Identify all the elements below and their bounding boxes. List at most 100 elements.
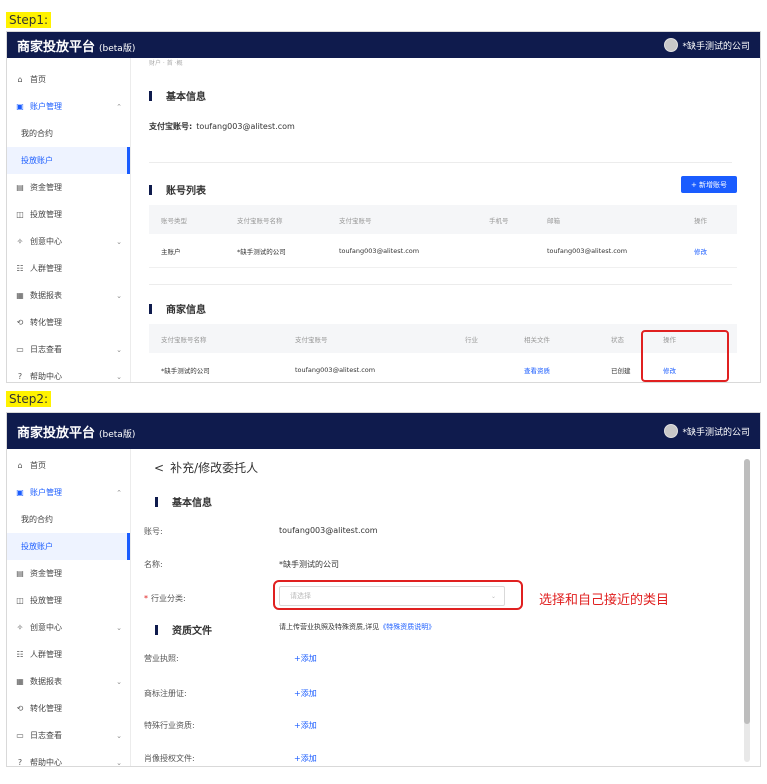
top-bar: 商家投放平台 (beta版) *缺手测试的公司: [7, 413, 760, 449]
name-label: 名称:: [144, 560, 163, 569]
portrait-auth-label: 肖像授权文件:: [144, 754, 195, 763]
sidebar-item-funds[interactable]: ▤ 资金管理: [7, 560, 130, 587]
sidebar-item-contracts[interactable]: 我的合约: [7, 120, 130, 147]
creative-icon: ✧: [16, 237, 24, 246]
column-header: 账号类型: [161, 216, 187, 225]
chevron-down-icon: ⌄: [116, 758, 122, 767]
beta-tag: (beta版): [99, 429, 136, 440]
sidebar-item-logs[interactable]: ▭ 日志查看 ⌄: [7, 722, 130, 749]
add-special-industry-button[interactable]: +添加: [294, 720, 317, 731]
section-title: 商家信息: [166, 305, 206, 316]
sidebar-item-label: 投放账户: [21, 542, 53, 551]
sidebar-item-reports[interactable]: ▦ 数据报表 ⌄: [7, 282, 130, 309]
home-icon: ⌂: [17, 75, 23, 84]
column-header: 支付宝账号名称: [237, 216, 283, 225]
chevron-down-icon: ⌄: [116, 345, 122, 354]
trademark-label: 商标注册证:: [144, 689, 187, 698]
chevron-down-icon: ⌄: [116, 291, 122, 300]
sidebar-item-label: 数据报表: [30, 291, 62, 300]
table-header: 账号类型 支付宝账号名称 支付宝账号 手机号 邮箱 操作: [149, 205, 737, 234]
section-account-list: 账号列表: [149, 182, 206, 197]
sidebar-item-logs[interactable]: ▭ 日志查看 ⌄: [7, 336, 130, 363]
chevron-down-icon: ⌄: [116, 237, 122, 246]
brand: 商家投放平台 (beta版): [17, 36, 135, 55]
sidebar-item-label: 日志查看: [30, 345, 62, 354]
back-arrow-icon[interactable]: <: [154, 461, 164, 475]
sidebar-item-funds[interactable]: ▤ 资金管理: [7, 174, 130, 201]
sidebar-item-contracts[interactable]: 我的合约: [7, 506, 130, 533]
sidebar-item-home[interactable]: ⌂ 首页: [7, 66, 130, 93]
sidebar-item-account[interactable]: ▣ 账户管理 ⌃: [7, 93, 130, 120]
business-license-label: 营业执照:: [144, 654, 179, 663]
account-label: 账号:: [144, 527, 163, 536]
add-business-license-button[interactable]: +添加: [294, 653, 317, 664]
sidebar-item-ads[interactable]: ◫ 投放管理: [7, 587, 130, 614]
sidebar-item-creative[interactable]: ✧ 创意中心 ⌄: [7, 228, 130, 255]
user-menu[interactable]: *缺手测试的公司: [664, 424, 750, 438]
sidebar-item-help[interactable]: ? 帮助中心 ⌄: [7, 749, 130, 767]
vertical-scrollbar[interactable]: [744, 459, 750, 762]
section-title: 基本信息: [172, 498, 212, 509]
help-icon: ?: [17, 372, 23, 381]
section-marker: [149, 184, 152, 195]
report-icon: ▦: [16, 291, 24, 300]
view-qualification-link[interactable]: 查看资质: [524, 365, 550, 375]
user-name: *缺手测试的公司: [682, 427, 750, 438]
report-icon: ▦: [16, 677, 24, 686]
edit-account-link[interactable]: 修改: [694, 246, 707, 256]
highlight-box: [273, 580, 523, 610]
app-title: 商家投放平台: [17, 39, 96, 55]
sidebar-item-label: 首页: [30, 75, 46, 84]
add-account-button[interactable]: + 新增账号: [681, 176, 737, 193]
sidebar-item-creative[interactable]: ✧ 创意中心 ⌄: [7, 614, 130, 641]
sidebar-item-ad-accounts[interactable]: 投放账户: [7, 147, 130, 174]
sidebar-item-ad-accounts[interactable]: 投放账户: [7, 533, 130, 560]
people-icon: ☷: [16, 650, 24, 659]
scrollbar-thumb[interactable]: [744, 459, 750, 724]
section-marker: [149, 303, 152, 314]
account-table: 账号类型 支付宝账号名称 支付宝账号 手机号 邮箱 操作 主账户 *缺手测试的公…: [149, 205, 737, 268]
sidebar-item-label: 账户管理: [30, 102, 62, 111]
section-basic-info: 基本信息: [155, 494, 212, 509]
section-merchant-info: 商家信息: [149, 301, 206, 316]
sidebar-item-conversion[interactable]: ⟲ 转化管理: [7, 309, 130, 336]
alipay-label: 支付宝账号:: [149, 122, 193, 131]
column-header: 操作: [694, 216, 707, 225]
page-title-text: 补充/修改委托人: [170, 461, 259, 475]
add-portrait-auth-button[interactable]: +添加: [294, 753, 317, 764]
sidebar-item-label: 日志查看: [30, 731, 62, 740]
sidebar-item-label: 数据报表: [30, 677, 62, 686]
divider: [149, 284, 732, 285]
app-title: 商家投放平台: [17, 425, 96, 441]
sidebar-item-help[interactable]: ? 帮助中心 ⌄: [7, 363, 130, 382]
hint-text: 请上传营业执照及特殊资质,详见: [279, 623, 380, 631]
sidebar-item-label: 资金管理: [30, 183, 62, 192]
special-qualification-link[interactable]: 《特殊资质说明》: [379, 623, 435, 631]
sidebar-item-reports[interactable]: ▦ 数据报表 ⌄: [7, 668, 130, 695]
section-basic-info: 基本信息: [149, 88, 206, 103]
account-name: *缺手测试的公司: [237, 247, 286, 256]
sidebar-item-audience[interactable]: ☷ 人群管理: [7, 255, 130, 282]
user-menu[interactable]: *缺手测试的公司: [664, 38, 750, 52]
sidebar-item-account[interactable]: ▣ 账户管理 ⌃: [7, 479, 130, 506]
convert-icon: ⟲: [16, 318, 24, 327]
sidebar-item-label: 帮助中心: [30, 372, 62, 381]
section-marker: [149, 90, 152, 101]
brand: 商家投放平台 (beta版): [17, 422, 135, 441]
sidebar-item-conversion[interactable]: ⟲ 转化管理: [7, 695, 130, 722]
sidebar-item-home[interactable]: ⌂ 首页: [7, 452, 130, 479]
sidebar-item-audience[interactable]: ☷ 人群管理: [7, 641, 130, 668]
wallet-icon: ▤: [16, 183, 24, 192]
sidebar-item-label: 首页: [30, 461, 46, 470]
wallet-icon: ▤: [16, 569, 24, 578]
ad-icon: ◫: [16, 210, 24, 219]
section-title: 账号列表: [166, 186, 206, 197]
sidebar-item-label: 转化管理: [30, 704, 62, 713]
merchant-alipay: toufang003@alitest.com: [295, 365, 376, 374]
special-industry-label: 特殊行业资质:: [144, 721, 195, 730]
sidebar-item-ads[interactable]: ◫ 投放管理: [7, 201, 130, 228]
merchant-name: *缺手测试的公司: [161, 366, 210, 375]
sidebar: ⌂ 首页 ▣ 账户管理 ⌃ 我的合约 投放账户 ▤ 资金管理 ◫ 投放管理 ✧ 创意中心 ⌄ …: [7, 449, 131, 766]
help-icon: ?: [17, 758, 23, 767]
add-trademark-button[interactable]: +添加: [294, 688, 317, 699]
